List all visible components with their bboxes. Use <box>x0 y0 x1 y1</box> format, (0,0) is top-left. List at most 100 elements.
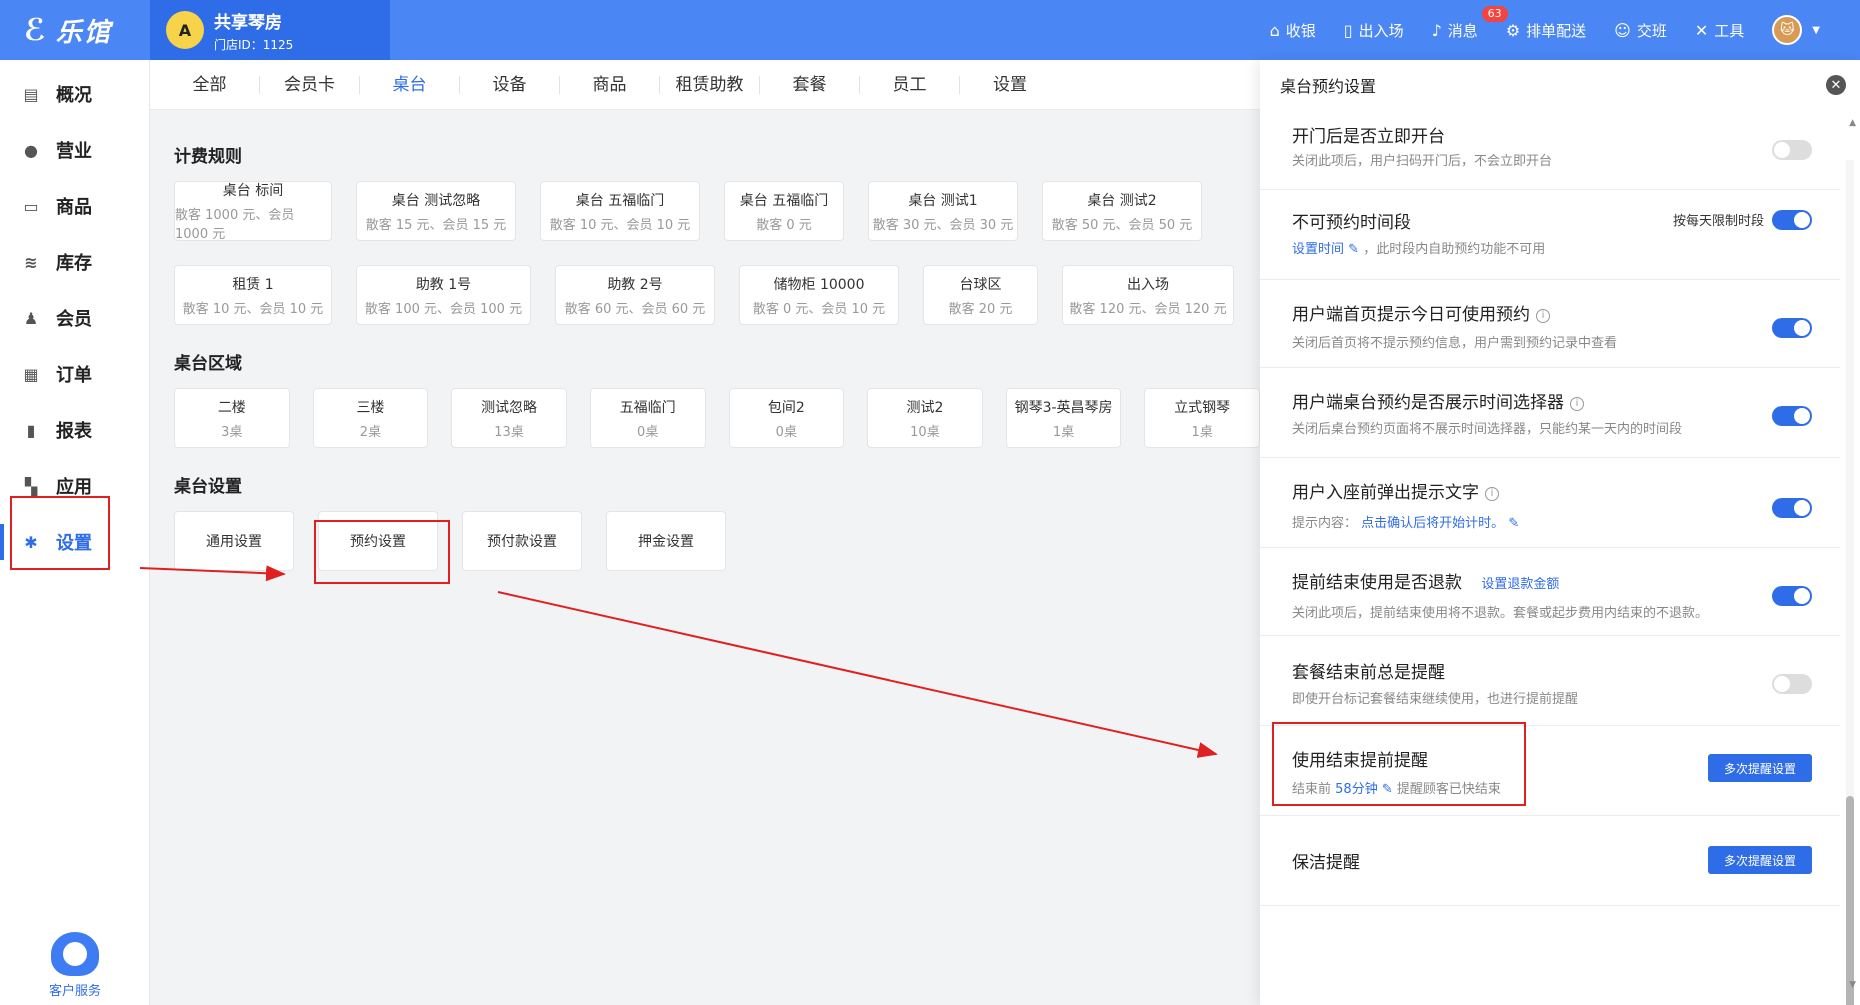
sidebar-item-inventory[interactable]: ≋ 库存 <box>0 234 149 290</box>
tab-devices[interactable]: 设备 <box>460 75 560 94</box>
sidebar-item-business[interactable]: ● 营业 <box>0 122 149 178</box>
reminder-minutes-link[interactable]: 58分钟 <box>1335 782 1378 797</box>
billing-card[interactable]: 桌台 测试1 散客 30 元、会员 30 元 <box>868 181 1018 241</box>
tab-all[interactable]: 全部 <box>160 75 260 94</box>
area-card[interactable]: 三楼 2桌 <box>312 388 429 448</box>
messages-button[interactable]: ♪ 消息 63 <box>1432 5 1508 41</box>
tab-staff[interactable]: 员工 <box>860 75 960 94</box>
tools-button[interactable]: ✕ 工具 <box>1695 20 1744 41</box>
area-card[interactable]: 包间2 0桌 <box>728 388 845 448</box>
close-icon[interactable]: ✕ <box>1826 75 1846 95</box>
edit-icon[interactable]: ✎ <box>1382 782 1393 797</box>
scroll-down-icon[interactable]: ▼ <box>1849 980 1856 990</box>
area-card[interactable]: 钢琴3-英昌琴房 1桌 <box>1005 388 1122 448</box>
card-price: 散客 20 元 <box>948 301 1013 317</box>
customer-service-button[interactable]: 客户服务 <box>0 932 150 999</box>
sidebar-item-products[interactable]: ▭ 商品 <box>0 178 149 234</box>
billing-card[interactable]: 租赁 1 散客 10 元、会员 10 元 <box>174 265 332 325</box>
store-switcher[interactable]: A 共享琴房 门店ID：1125 <box>150 0 390 60</box>
setting-title: 开门后是否立即开台 <box>1292 127 1445 147</box>
entry-exit-label: 出入场 <box>1358 21 1404 40</box>
toggle-switch[interactable] <box>1772 498 1812 518</box>
billing-card[interactable]: 桌台 测试忽略 散客 15 元、会员 15 元 <box>356 181 516 241</box>
edit-icon[interactable]: ✎ <box>1348 242 1359 257</box>
area-card[interactable]: 二楼 3桌 <box>174 388 290 448</box>
billing-card[interactable]: 桌台 标间 散客 1000 元、会员 1000 元 <box>174 181 332 242</box>
prepayment-settings-button[interactable]: 预付款设置 <box>462 511 582 571</box>
toggle-switch[interactable] <box>1772 586 1812 606</box>
tab-rental-coach[interactable]: 租赁助教 <box>660 75 760 94</box>
tab-settings[interactable]: 设置 <box>960 76 1060 94</box>
logo-mark-icon: ℰ <box>24 12 48 48</box>
area-count: 1桌 <box>1052 424 1075 440</box>
billing-card[interactable]: 桌台 五福临门 散客 0 元 <box>724 181 844 241</box>
toggle-switch[interactable] <box>1772 140 1812 160</box>
deposit-settings-button[interactable]: 押金设置 <box>606 511 726 571</box>
entry-exit-button[interactable]: ▯ 出入场 <box>1344 20 1404 41</box>
cashier-button[interactable]: ⌂ 收银 <box>1270 20 1316 41</box>
area-card[interactable]: 测试忽略 13桌 <box>451 388 567 448</box>
tab-packages[interactable]: 套餐 <box>760 75 860 94</box>
app-logo[interactable]: ℰ 乐馆 <box>0 0 150 60</box>
billing-card[interactable]: 台球区 散客 20 元 <box>923 265 1038 325</box>
tab-member-card[interactable]: 会员卡 <box>260 75 360 94</box>
billing-card[interactable]: 桌台 测试2 散客 50 元、会员 50 元 <box>1042 181 1202 241</box>
tools-icon: ✕ <box>1694 20 1709 40</box>
info-icon[interactable]: i <box>1536 309 1550 323</box>
multi-reminder-button[interactable]: 多次提醒设置 <box>1708 754 1812 782</box>
chevron-down-icon: ▼ <box>1812 24 1820 36</box>
sidebar-item-members[interactable]: ♟ 会员 <box>0 290 149 346</box>
setting-title: 用户端首页提示今日可使用预约 <box>1292 305 1530 325</box>
info-icon[interactable]: i <box>1485 487 1499 501</box>
drawer-scrollbar[interactable] <box>1846 160 1854 1005</box>
prompt-text-link[interactable]: 点击确认后将开始计时。 <box>1361 516 1504 531</box>
setting-desc: 设置时间 ✎ ，此时段内自助预约功能不可用 <box>1292 238 1545 257</box>
billing-card[interactable]: 储物柜 10000 散客 0 元、会员 10 元 <box>739 265 899 325</box>
sidebar-item-orders[interactable]: ▦ 订单 <box>0 346 149 402</box>
setting-home-reminder: 用户端首页提示今日可使用预约 i 关闭后首页将不提示预约信息，用户需到预约记录中查… <box>1260 280 1840 368</box>
user-menu[interactable]: 🐱 ▼ <box>1772 15 1820 45</box>
toggle-switch[interactable] <box>1772 406 1812 426</box>
info-icon[interactable]: i <box>1570 397 1584 411</box>
set-time-link[interactable]: 设置时间 <box>1292 242 1344 257</box>
multi-reminder-button[interactable]: 多次提醒设置 <box>1708 846 1812 874</box>
billing-card[interactable]: 助教 2号 散客 60 元、会员 60 元 <box>555 265 715 325</box>
sidebar-item-label: 库存 <box>56 253 92 274</box>
toggle-switch[interactable] <box>1772 674 1812 694</box>
setting-desc: 关闭后桌台预约页面将不展示时间选择器，只能约某一天内的时间段 <box>1292 422 1683 437</box>
sidebar-item-overview[interactable]: ▤ 概况 <box>0 66 149 122</box>
toggle-switch[interactable] <box>1772 318 1812 338</box>
toggle-switch[interactable] <box>1772 210 1812 230</box>
sidebar-item-settings[interactable]: ✱ 设置 <box>0 514 149 570</box>
general-settings-button[interactable]: 通用设置 <box>174 511 294 571</box>
billing-card[interactable]: 出入场 散客 120 元、会员 120 元 <box>1062 265 1234 325</box>
area-count: 10桌 <box>910 424 940 440</box>
drawer-header: 桌台预约设置 ✕ <box>1260 60 1860 110</box>
booking-settings-button[interactable]: 预约设置 <box>318 511 438 571</box>
sidebar-item-reports[interactable]: ▮ 报表 <box>0 402 149 458</box>
card-price: 散客 1000 元、会员 1000 元 <box>175 208 295 242</box>
delivery-label: 排单配送 <box>1526 21 1587 40</box>
delivery-button[interactable]: ⚙ 排单配送 <box>1506 20 1586 41</box>
tab-tables[interactable]: 桌台 <box>360 75 460 94</box>
chart-icon: ▤ <box>23 84 39 104</box>
area-card[interactable]: 五福临门 0桌 <box>589 388 706 448</box>
area-card[interactable]: 测试2 10桌 <box>867 388 983 448</box>
scroll-up-icon[interactable]: ▲ <box>1849 118 1856 128</box>
area-name: 钢琴3-英昌琴房 <box>1014 399 1113 416</box>
billing-card[interactable]: 桌台 五福临门 散客 10 元、会员 10 元 <box>540 181 700 241</box>
customer-service-label: 客户服务 <box>48 984 101 999</box>
edit-icon[interactable]: ✎ <box>1508 516 1519 531</box>
set-refund-link[interactable]: 设置退款金额 <box>1481 577 1559 592</box>
area-name: 立式钢琴 <box>1174 399 1231 416</box>
area-name: 三楼 <box>356 399 385 416</box>
sidebar-item-apps[interactable]: ▚ 应用 <box>0 458 149 514</box>
tab-products[interactable]: 商品 <box>560 75 660 94</box>
area-card[interactable]: 立式钢琴 1桌 <box>1144 388 1260 448</box>
shift-button[interactable]: ☺ 交班 <box>1614 20 1667 41</box>
layers-icon: ≋ <box>24 252 38 272</box>
sidebar-item-label: 概况 <box>56 85 92 106</box>
scrollbar-thumb[interactable] <box>1846 796 1854 1005</box>
sidebar-item-label: 会员 <box>56 309 92 330</box>
billing-card[interactable]: 助教 1号 散客 100 元、会员 100 元 <box>356 265 531 325</box>
